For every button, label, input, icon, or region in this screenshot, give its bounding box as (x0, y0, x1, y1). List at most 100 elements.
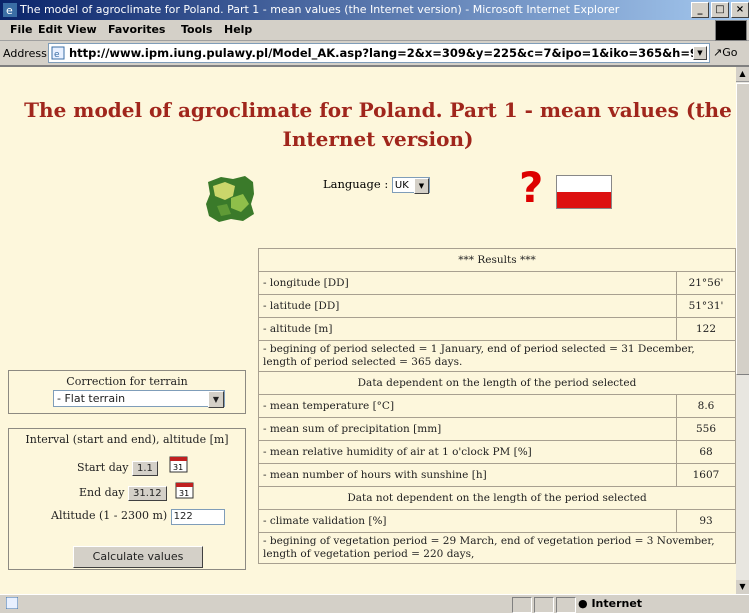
help-icon[interactable]: ? (519, 163, 543, 212)
correction-header: Correction for terrain (66, 375, 188, 388)
page-title: The model of agroclimate for Poland. Par… (24, 98, 732, 151)
results-header: *** Results *** (258, 248, 736, 272)
window-title: The model of agroclimate for Poland. Par… (20, 3, 620, 16)
address-label: Address (3, 47, 47, 60)
menu-help[interactable]: Help (224, 23, 252, 36)
status-cell (512, 597, 532, 613)
internet-zone: ● Internet (578, 597, 642, 610)
chevron-down-icon: ▼ (208, 391, 224, 408)
poland-flag-icon[interactable] (556, 175, 612, 209)
calendar-icon[interactable]: 31 (175, 481, 195, 499)
scroll-up-icon[interactable]: ▲ (736, 67, 749, 82)
go-button[interactable]: ↗Go (713, 46, 737, 59)
language-selector: Language : UK ▼ (323, 177, 430, 194)
table-row: Data dependent on the length of the peri… (258, 371, 736, 395)
row-value: 68 (676, 440, 736, 464)
status-cell (534, 597, 554, 613)
calendar-icon[interactable]: 31 (169, 455, 189, 473)
windows-logo-icon (715, 20, 747, 41)
svg-text:e: e (54, 50, 60, 60)
table-row: - longitude [DD] 21°56' (258, 271, 736, 295)
svg-text:31: 31 (179, 489, 189, 498)
address-url: http://www.ipm.iung.pulawy.pl/Model_AK.a… (69, 46, 706, 60)
row-label: - climate validation [%] (258, 509, 677, 533)
interval-header: Interval (start and end), altitude [m] (25, 433, 229, 446)
menu-edit[interactable]: Edit (38, 23, 62, 36)
svg-text:31: 31 (173, 463, 183, 472)
start-day-label: Start day (77, 461, 129, 474)
table-row: - mean temperature [°C] 8.6 (258, 394, 736, 418)
window-controls: _ □ × (689, 2, 749, 18)
chevron-down-icon: ▼ (413, 178, 429, 194)
menu-file[interactable]: File (10, 23, 33, 36)
end-day-button[interactable]: 31.12 (127, 486, 167, 501)
dependent-header: Data dependent on the length of the peri… (258, 371, 736, 395)
end-day-label: End day (79, 486, 125, 499)
table-row: - mean sum of precipitation [mm] 556 (258, 417, 736, 441)
status-bar: ● Internet (0, 594, 749, 613)
row-label: - mean relative humidity of air at 1 o'c… (258, 440, 677, 464)
row-value: 1607 (676, 463, 736, 487)
terrain-select[interactable]: - Flat terrain ▼ (53, 390, 225, 408)
table-row: - latitude [DD] 51°31' (258, 294, 736, 318)
page-viewport: The model of agroclimate for Poland. Par… (0, 67, 736, 594)
row-label: - mean temperature [°C] (258, 394, 677, 418)
go-label: Go (722, 46, 738, 59)
globe-icon: ● (578, 597, 592, 610)
calculate-button[interactable]: Calculate values (73, 546, 203, 568)
maximize-button[interactable]: □ (711, 2, 729, 18)
address-dropdown-icon[interactable]: ▼ (693, 46, 707, 60)
interval-panel: Interval (start and end), altitude [m] S… (8, 428, 246, 570)
end-day-row: End day 31.12 (79, 486, 167, 501)
row-label: - mean number of hours with sunshine [h] (258, 463, 677, 487)
altitude-input[interactable]: 122 (170, 509, 225, 525)
row-value: 556 (676, 417, 736, 441)
window-titlebar: e The model of agroclimate for Poland. P… (0, 0, 749, 20)
table-row: - climate validation [%] 93 (258, 509, 736, 533)
terrain-value: - Flat terrain (57, 392, 126, 405)
address-bar: Address e http://www.ipm.iung.pulawy.pl/… (0, 41, 749, 67)
table-row: *** Results *** (258, 248, 736, 272)
menubar: File Edit View Favorites Tools Help (0, 20, 749, 41)
row-value: 8.6 (676, 394, 736, 418)
table-row: - mean number of hours with sunshine [h]… (258, 463, 736, 487)
table-row: - mean relative humidity of air at 1 o'c… (258, 440, 736, 464)
row-label: - longitude [DD] (258, 271, 677, 295)
page-status-icon (6, 597, 18, 609)
table-row: - begining of vegetation period = 29 Mar… (258, 532, 736, 564)
table-row: - begining of period selected = 1 Januar… (258, 340, 736, 372)
results-table: *** Results *** - longitude [DD] 21°56' -… (258, 248, 736, 564)
ie-icon: e (3, 3, 17, 17)
row-value: 122 (676, 317, 736, 341)
menu-favorites[interactable]: Favorites (108, 23, 165, 36)
zone-label: Internet (591, 597, 643, 610)
poland-map-icon[interactable] (203, 174, 257, 224)
row-value: 93 (676, 509, 736, 533)
vegetation-text: - begining of vegetation period = 29 Mar… (258, 532, 736, 564)
row-label: - latitude [DD] (258, 294, 677, 318)
close-button[interactable]: × (731, 2, 749, 18)
terrain-correction-panel: Correction for terrain - Flat terrain ▼ (8, 370, 246, 414)
row-label: - altitude [m] (258, 317, 677, 341)
scroll-thumb[interactable] (736, 83, 749, 375)
language-label: Language : (323, 177, 389, 191)
altitude-label: Altitude (1 - 2300 m) (51, 509, 168, 522)
svg-text:e: e (6, 4, 13, 17)
period-text: - begining of period selected = 1 Januar… (258, 340, 736, 372)
scroll-down-icon[interactable]: ▼ (736, 580, 749, 594)
menu-view[interactable]: View (67, 23, 97, 36)
language-select[interactable]: UK ▼ (391, 177, 430, 194)
start-day-button[interactable]: 1.1 (132, 461, 158, 476)
table-row: - altitude [m] 122 (258, 317, 736, 341)
independent-header: Data not dependent on the length of the … (258, 486, 736, 510)
row-label: - mean sum of precipitation [mm] (258, 417, 677, 441)
status-cell (556, 597, 576, 613)
start-day-row: Start day 1.1 (77, 461, 158, 476)
vertical-scrollbar[interactable]: ▲ ▼ (736, 67, 749, 594)
table-row: Data not dependent on the length of the … (258, 486, 736, 510)
minimize-button[interactable]: _ (691, 2, 709, 18)
address-input[interactable]: e http://www.ipm.iung.pulawy.pl/Model_AK… (48, 43, 710, 63)
row-value: 51°31' (676, 294, 736, 318)
menu-tools[interactable]: Tools (181, 23, 212, 36)
page-icon: e (51, 46, 65, 60)
